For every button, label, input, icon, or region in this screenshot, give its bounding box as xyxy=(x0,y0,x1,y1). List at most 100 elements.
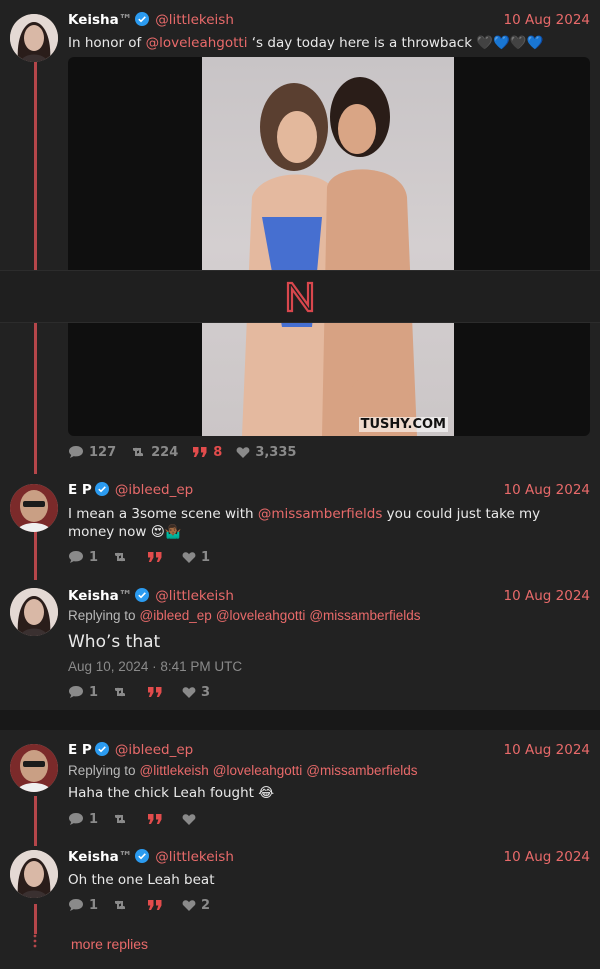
reply-count-value: 1 xyxy=(89,897,99,913)
verified-badge-icon xyxy=(135,849,150,867)
thread-line xyxy=(34,904,37,934)
tweet-text-part: In honor of xyxy=(68,35,146,51)
quote-icon xyxy=(148,900,162,910)
mention-link[interactable]: @loveleahgotti xyxy=(146,35,248,51)
mention-link[interactable]: @missamberfields xyxy=(309,608,420,623)
trademark-symbol: ™ xyxy=(118,588,133,604)
like-count[interactable]: 2 xyxy=(182,898,210,913)
reply-count-value: 1 xyxy=(89,684,99,700)
comment-icon xyxy=(69,686,83,698)
heart-icon xyxy=(182,551,196,563)
like-count[interactable]: 1 xyxy=(182,550,210,565)
tweet-media-image[interactable]: TUSHY.COM xyxy=(68,57,590,436)
media-photo: TUSHY.COM xyxy=(202,57,454,436)
display-name[interactable]: Keisha xyxy=(68,588,119,604)
tweet-date[interactable]: 10 Aug 2024 xyxy=(504,742,590,758)
quote-count-value: 8 xyxy=(213,444,223,460)
thread-line xyxy=(34,796,37,846)
verified-badge-icon xyxy=(94,482,109,500)
like-count-value: 2 xyxy=(201,897,211,913)
verified-badge-icon xyxy=(94,742,109,760)
reply-count[interactable]: 127 xyxy=(68,445,116,460)
replying-to-label: Replying to xyxy=(68,763,136,778)
retweet-count[interactable] xyxy=(112,685,133,699)
mention-link[interactable]: @littlekeish xyxy=(140,763,209,778)
verified-badge-icon xyxy=(135,12,150,30)
tweet-stats: 1 xyxy=(68,810,215,828)
quote-count[interactable] xyxy=(147,812,168,826)
tweet-date[interactable]: 10 Aug 2024 xyxy=(504,482,590,498)
tweet-date[interactable]: 10 Aug 2024 xyxy=(504,12,590,28)
like-count[interactable]: 3,335 xyxy=(236,445,296,460)
more-replies-link[interactable]: more replies xyxy=(71,936,148,952)
quote-count[interactable] xyxy=(147,685,168,699)
like-count[interactable] xyxy=(182,813,201,826)
mention-link[interactable]: @loveleahgotti xyxy=(213,763,303,778)
quote-count[interactable] xyxy=(147,898,168,912)
avatar[interactable] xyxy=(10,484,58,532)
username[interactable]: @ibleed_ep xyxy=(115,482,193,498)
display-name[interactable]: E P xyxy=(68,482,92,498)
quote-icon xyxy=(148,687,162,697)
tweet-date[interactable]: 10 Aug 2024 xyxy=(504,588,590,604)
retweet-count[interactable]: 224 xyxy=(130,445,178,460)
username[interactable]: @littlekeish xyxy=(155,12,234,28)
tweet-timestamp[interactable]: Aug 10, 2024 · 8:41 PM UTC xyxy=(68,659,242,674)
mention-link[interactable]: @ibleed_ep xyxy=(140,608,212,623)
tweet-header: Keisha™ @littlekeish 10 Aug 2024 xyxy=(68,588,590,608)
tweet-stats: 1 2 xyxy=(68,896,224,914)
thread-line xyxy=(34,62,37,272)
retweet-count[interactable] xyxy=(112,550,133,564)
quote-count[interactable] xyxy=(147,550,168,564)
site-logo-bar[interactable]: N xyxy=(0,270,600,323)
username[interactable]: @littlekeish xyxy=(155,588,234,604)
username[interactable]: @littlekeish xyxy=(155,849,234,865)
tweet-text: Oh the one Leah beat xyxy=(68,872,215,888)
reply-count-value: 1 xyxy=(89,549,99,565)
tweet-stats: 1 3 xyxy=(68,683,224,701)
retweet-count-value: 224 xyxy=(151,444,179,460)
heart-icon xyxy=(182,899,196,911)
like-count[interactable]: 3 xyxy=(182,685,210,700)
like-count-value: 3 xyxy=(201,684,211,700)
mention-link[interactable]: @missamberfields xyxy=(306,763,417,778)
replying-to: Replying to @littlekeish @loveleahgotti @mi… xyxy=(68,763,590,778)
display-name[interactable]: Keisha xyxy=(68,849,119,865)
avatar[interactable] xyxy=(10,588,58,636)
heart-icon xyxy=(236,446,250,458)
display-name[interactable]: E P xyxy=(68,742,92,758)
comment-icon xyxy=(69,899,83,911)
reply-count[interactable]: 1 xyxy=(68,550,98,565)
thread-section-1: Keisha™ @littlekeish 10 Aug 2024 In honor… xyxy=(0,0,600,710)
avatar[interactable] xyxy=(10,14,58,62)
retweet-count[interactable] xyxy=(112,898,133,912)
avatar[interactable] xyxy=(10,744,58,792)
tweet-text: I mean a 3some scene with @missamberfiel… xyxy=(68,505,590,541)
tweet-date[interactable]: 10 Aug 2024 xyxy=(504,849,590,865)
mention-link[interactable]: @missamberfields xyxy=(258,506,382,522)
retweet-icon xyxy=(115,814,126,824)
username[interactable]: @ibleed_ep xyxy=(115,742,193,758)
quote-icon xyxy=(148,814,162,824)
thread-line xyxy=(34,532,37,580)
comment-icon xyxy=(69,551,83,563)
retweet-count[interactable] xyxy=(112,812,133,826)
tweet-header: Keisha™ @littlekeish 10 Aug 2024 xyxy=(68,849,590,869)
tweet-text: Who’s that xyxy=(68,632,161,652)
reply-count-value: 1 xyxy=(89,811,99,827)
retweet-icon xyxy=(115,687,126,697)
display-name[interactable]: Keisha xyxy=(68,12,119,28)
reply-count[interactable]: 1 xyxy=(68,898,98,913)
tweet-stats: 127 224 8 3,335 xyxy=(68,443,310,461)
quote-count[interactable]: 8 xyxy=(192,445,222,460)
site-logo-icon xyxy=(286,281,314,312)
avatar[interactable] xyxy=(10,850,58,898)
quote-icon xyxy=(148,552,162,562)
tweet-text: In honor of @loveleahgotti ‘s day today … xyxy=(68,34,590,52)
reply-count[interactable]: 1 xyxy=(68,685,98,700)
mention-link[interactable]: @loveleahgotti xyxy=(216,608,306,623)
tweet-text: Haha the chick Leah fought 😂 xyxy=(68,785,275,801)
tweet-header: Keisha™ @littlekeish 10 Aug 2024 xyxy=(68,12,590,32)
reply-count[interactable]: 1 xyxy=(68,812,98,827)
replying-to-label: Replying to xyxy=(68,608,136,623)
